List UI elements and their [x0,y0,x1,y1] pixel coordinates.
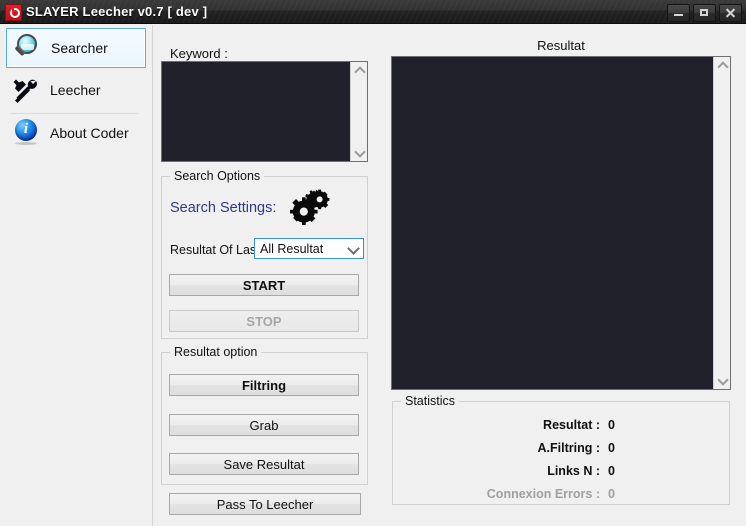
stat-row-links-n: Links N : 0 [415,464,615,480]
start-button[interactable]: START [169,274,359,296]
result-panel-title: Resultat [537,38,585,53]
hammer-wrench-icon [8,73,42,107]
sidebar-separator [152,25,153,526]
stat-row-a-filtring: A.Filtring : 0 [415,441,615,457]
sidebar-item-searcher[interactable]: Searcher [6,28,146,68]
resultat-of-last-dropdown[interactable]: All Resultat [254,238,364,259]
sidebar-item-leecher[interactable]: Leecher [6,70,146,110]
keyword-scrollbar[interactable] [350,62,367,161]
result-options-title: Resultat option [170,345,262,359]
stat-label-links-n: Links N : [547,464,600,478]
result-listbox[interactable] [391,56,731,390]
stat-label-resultat: Resultat : [543,418,600,432]
scroll-down-icon[interactable] [351,144,368,161]
magnifier-icon [9,31,43,65]
sidebar-item-about-coder-label: About Coder [50,125,129,141]
resultat-of-last-label: Resultat Of Last [170,243,260,257]
sidebar-item-searcher-label: Searcher [51,40,108,56]
sidebar-item-leecher-label: Leecher [50,82,101,98]
search-settings-label[interactable]: Search Settings: [170,200,276,216]
scroll-up-icon[interactable] [714,57,731,74]
statistics-title: Statistics [401,394,460,408]
stop-button: STOP [169,310,359,332]
scroll-up-icon[interactable] [351,62,368,79]
keyword-textarea[interactable] [162,62,350,161]
stat-label-connexion-errors: Connexion Errors : [486,487,600,501]
sidebar-item-about-coder[interactable]: About Coder [6,113,146,153]
info-icon [8,116,42,150]
title-bar: SLAYER Leecher v0.7 [ dev ] [0,0,746,24]
scroll-down-icon[interactable] [714,372,731,389]
stat-value-resultat: 0 [608,418,615,432]
result-list-area[interactable] [392,57,713,389]
stat-value-connexion-errors: 0 [608,487,615,501]
application-window: SLAYER Leecher v0.7 [ dev ] Searcher Lee… [0,0,746,526]
stat-label-a-filtring: A.Filtring : [537,441,601,455]
stat-value-a-filtring: 0 [608,441,615,455]
save-resultat-button[interactable]: Save Resultat [169,453,359,475]
window-controls [667,4,742,22]
window-title: SLAYER Leecher v0.7 [ dev ] [26,4,208,19]
close-icon [720,5,741,21]
pass-to-leecher-button[interactable]: Pass To Leecher [169,493,361,515]
minimize-button[interactable] [667,4,690,22]
stat-row-resultat: Resultat : 0 [415,418,615,434]
result-scrollbar[interactable] [713,57,730,389]
app-icon [5,4,22,21]
chevron-down-icon[interactable] [345,239,363,258]
keyword-label: Keyword : [170,46,228,61]
filtring-button[interactable]: Filtring [169,374,359,396]
stat-row-connexion-errors: Connexion Errors : 0 [415,487,615,503]
grab-button[interactable]: Grab [169,414,359,436]
resultat-of-last-value: All Resultat [260,241,324,256]
stat-value-links-n: 0 [608,464,615,478]
keyword-input[interactable] [161,61,368,162]
sidebar: Searcher Leecher About Coder [0,25,152,526]
search-options-title: Search Options [170,169,265,183]
gears-icon[interactable] [289,189,335,226]
close-button[interactable] [719,4,742,22]
minimize-icon [668,5,689,21]
maximize-icon [694,5,715,21]
maximize-button[interactable] [693,4,716,22]
